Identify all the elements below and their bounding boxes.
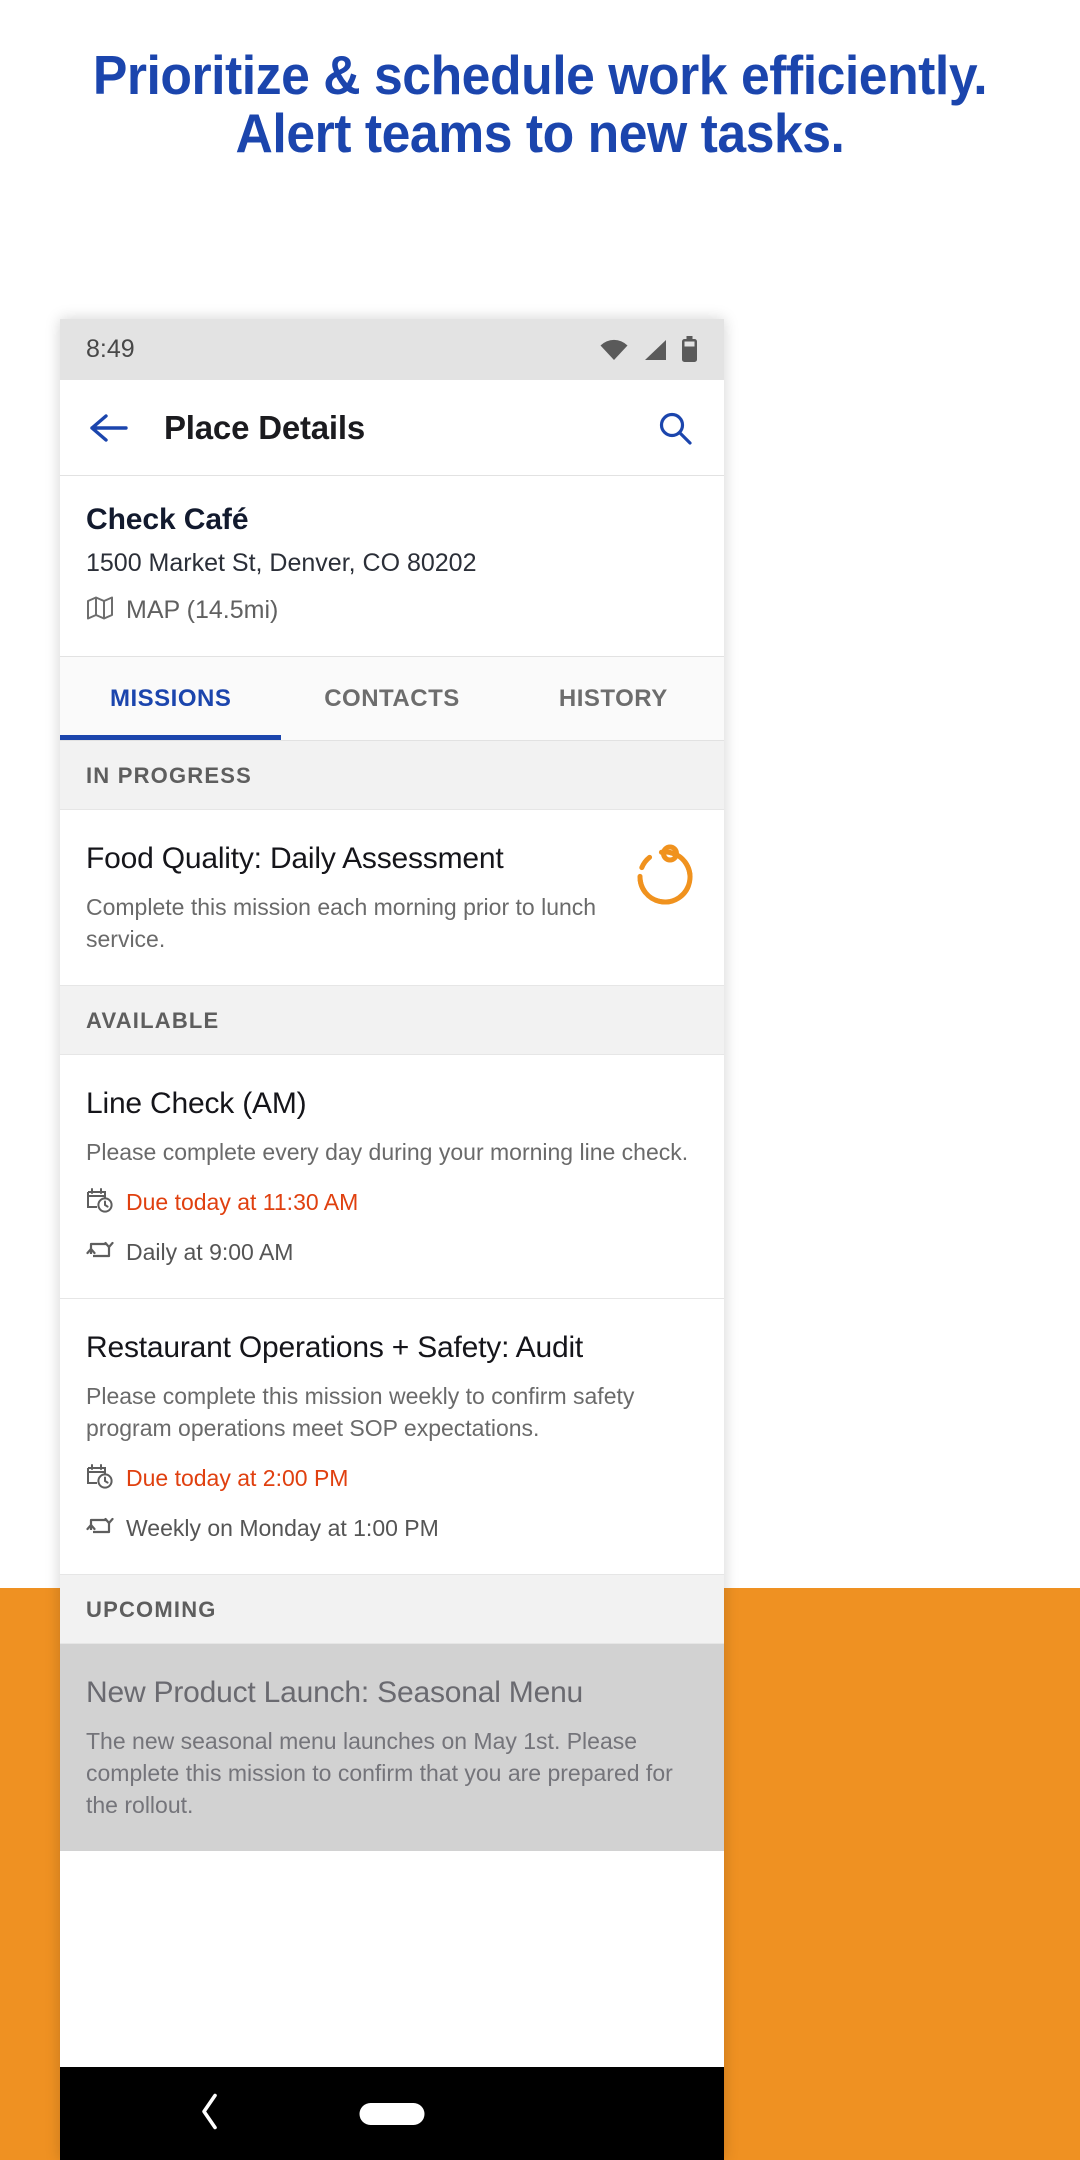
status-bar-icons: [599, 336, 698, 363]
place-address: 1500 Market St, Denver, CO 80202: [86, 549, 477, 577]
section-header-upcoming: UPCOMING: [60, 1575, 724, 1644]
mission-card[interactable]: Food Quality: Daily Assessment Complete …: [60, 810, 724, 986]
mission-title: Restaurant Operations + Safety: Audit: [86, 1331, 584, 1364]
mission-card[interactable]: New Product Launch: Seasonal Menu The ne…: [60, 1644, 724, 1851]
promo-headline: Prioritize & schedule work efficiently. …: [32, 46, 1047, 162]
system-navigation-bar: [60, 2067, 724, 2160]
tab-missions[interactable]: MISSIONS: [60, 657, 282, 740]
due-row: Due today at 2:00 PM: [86, 1462, 698, 1495]
section-header-in-progress: IN PROGRESS: [60, 741, 724, 810]
due-text: Due today at 2:00 PM: [126, 1465, 349, 1491]
wifi-icon: [599, 338, 629, 362]
repeat-text: Weekly on Monday at 1:00 PM: [126, 1515, 439, 1541]
due-row: Due today at 11:30 AM: [86, 1186, 698, 1219]
mission-card[interactable]: Line Check (AM) Please complete every da…: [60, 1055, 724, 1299]
repeat-row: Daily at 9:00 AM: [86, 1237, 698, 1268]
section-header-available: AVAILABLE: [60, 986, 724, 1055]
nav-back-icon[interactable]: [199, 2092, 221, 2135]
map-icon: [86, 595, 114, 626]
cell-signal-icon: [642, 338, 668, 362]
mission-title: New Product Launch: Seasonal Menu: [86, 1676, 584, 1709]
battery-icon: [681, 336, 698, 363]
mission-title: Food Quality: Daily Assessment: [86, 842, 504, 875]
status-bar-time: 8:49: [86, 335, 135, 363]
search-icon[interactable]: [648, 401, 702, 455]
map-link[interactable]: MAP (14.5mi): [86, 595, 698, 626]
progress-indicator: [632, 840, 698, 955]
map-label: MAP (14.5mi): [126, 596, 279, 624]
circular-progress-icon: [637, 844, 693, 905]
mission-card[interactable]: Restaurant Operations + Safety: Audit Pl…: [60, 1299, 724, 1575]
tab-bar: MISSIONS CONTACTS HISTORY: [60, 657, 724, 741]
repeat-row: Weekly on Monday at 1:00 PM: [86, 1513, 698, 1544]
mission-description: The new seasonal menu launches on May 1s…: [86, 1728, 673, 1818]
phone-screen: 8:49 Place Details Check Café 1500 Marke…: [60, 319, 724, 2160]
calendar-clock-icon: [86, 1186, 114, 1219]
app-bar: Place Details: [60, 380, 724, 476]
back-arrow-icon[interactable]: [82, 401, 136, 455]
repeat-icon: [86, 1513, 114, 1544]
place-info-card[interactable]: Check Café 1500 Market St, Denver, CO 80…: [60, 476, 724, 657]
mission-description: Please complete every day during your mo…: [86, 1139, 689, 1165]
tab-history[interactable]: HISTORY: [503, 657, 724, 740]
headline-line-1: Prioritize & schedule work efficiently.: [92, 44, 988, 106]
promo-screenshot: Prioritize & schedule work efficiently. …: [0, 0, 1080, 2160]
page-title: Place Details: [164, 408, 366, 446]
mission-title: Line Check (AM): [86, 1087, 307, 1120]
mission-description: Please complete this mission weekly to c…: [86, 1383, 635, 1441]
nav-home-pill-icon[interactable]: [359, 2102, 425, 2125]
place-name: Check Café: [86, 503, 249, 536]
tab-contacts[interactable]: CONTACTS: [281, 657, 502, 740]
mission-description: Complete this mission each morning prior…: [86, 894, 597, 952]
headline-line-2: Alert teams to new tasks.: [235, 102, 845, 164]
status-bar: 8:49: [60, 319, 724, 380]
repeat-icon: [86, 1237, 114, 1268]
repeat-text: Daily at 9:00 AM: [126, 1239, 294, 1265]
calendar-clock-icon: [86, 1462, 114, 1495]
due-text: Due today at 11:30 AM: [126, 1189, 359, 1215]
